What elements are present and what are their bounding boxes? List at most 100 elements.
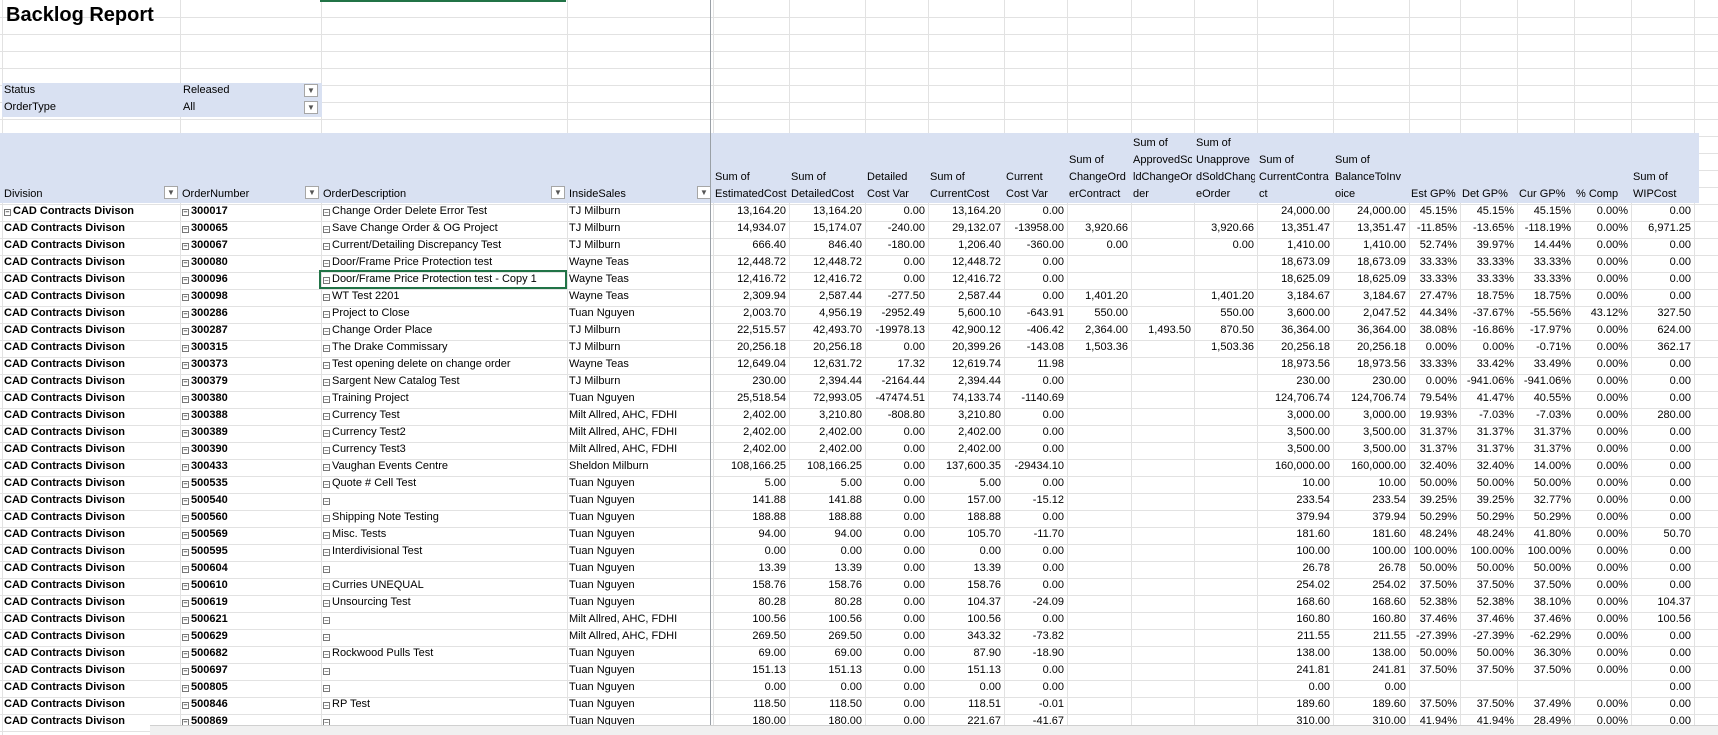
cell-unappr[interactable] <box>1196 662 1254 679</box>
cell-bal[interactable]: 233.54 <box>1335 492 1406 509</box>
cell-cur[interactable]: 20,399.26 <box>930 339 1001 356</box>
cell-unappr[interactable]: 0.00 <box>1196 237 1254 254</box>
cell-appr[interactable] <box>1133 611 1191 628</box>
cell-detgp[interactable]: 37.50% <box>1462 696 1514 713</box>
collapse-icon[interactable]: – <box>323 447 330 454</box>
cell-division[interactable]: CAD Contracts Divison <box>4 220 177 237</box>
cell-curvar[interactable]: 0.00 <box>1006 662 1064 679</box>
cell-chg[interactable] <box>1069 458 1128 475</box>
cell-est[interactable]: 2,402.00 <box>715 424 786 441</box>
cell-contract[interactable]: 138.00 <box>1259 645 1330 662</box>
cell-det[interactable]: 13,164.20 <box>791 203 862 220</box>
cell-det[interactable]: 42,493.70 <box>791 322 862 339</box>
cell-detgp[interactable]: -16.86% <box>1462 322 1514 339</box>
active-cell-selection[interactable] <box>319 270 567 289</box>
cell-sales[interactable]: Milt Allred, AHC, FDHI <box>569 611 710 628</box>
cell-estgp[interactable]: 32.40% <box>1411 458 1457 475</box>
cell-order[interactable]: –500682 <box>182 645 318 662</box>
cell-desc[interactable]: – Currency Test <box>323 407 564 424</box>
cell-sales[interactable]: TJ Milburn <box>569 203 710 220</box>
cell-contract[interactable]: 0.00 <box>1259 679 1330 696</box>
cell-est[interactable]: 20,256.18 <box>715 339 786 356</box>
cell-comp[interactable] <box>1576 679 1628 696</box>
cell-est[interactable]: 0.00 <box>715 543 786 560</box>
cell-bal[interactable]: 1,410.00 <box>1335 237 1406 254</box>
cell-detgp[interactable]: 37.50% <box>1462 662 1514 679</box>
cell-curgp[interactable]: 37.50% <box>1519 662 1571 679</box>
cell-contract[interactable]: 3,000.00 <box>1259 407 1330 424</box>
cell-curgp[interactable]: -941.06% <box>1519 373 1571 390</box>
cell-wip[interactable]: 0.00 <box>1633 237 1691 254</box>
cell-appr[interactable] <box>1133 645 1191 662</box>
column-header-desc[interactable]: OrderDescription <box>323 186 565 203</box>
cell-curgp[interactable]: 33.33% <box>1519 254 1571 271</box>
cell-curvar[interactable]: 0.00 <box>1006 475 1064 492</box>
cell-detvar[interactable]: 0.00 <box>867 679 925 696</box>
cell-unappr[interactable] <box>1196 475 1254 492</box>
collapse-icon[interactable]: – <box>323 209 330 216</box>
cell-wip[interactable]: 0.00 <box>1633 560 1691 577</box>
cell-comp[interactable]: 0.00% <box>1576 458 1628 475</box>
collapse-icon[interactable]: – <box>323 481 330 488</box>
cell-unappr[interactable] <box>1196 407 1254 424</box>
cell-chg[interactable] <box>1069 526 1128 543</box>
cell-unappr[interactable] <box>1196 645 1254 662</box>
cell-sales[interactable]: Milt Allred, AHC, FDHI <box>569 407 710 424</box>
cell-bal[interactable]: 160.80 <box>1335 611 1406 628</box>
cell-order[interactable]: –500560 <box>182 509 318 526</box>
cell-sales[interactable]: Tuan Nguyen <box>569 577 710 594</box>
cell-chg[interactable] <box>1069 645 1128 662</box>
cell-curvar[interactable]: 0.00 <box>1006 679 1064 696</box>
cell-bal[interactable]: 138.00 <box>1335 645 1406 662</box>
cell-det[interactable]: 269.50 <box>791 628 862 645</box>
cell-curgp[interactable]: 50.00% <box>1519 475 1571 492</box>
cell-order[interactable]: –300315 <box>182 339 318 356</box>
cell-division[interactable]: CAD Contracts Divison <box>4 441 177 458</box>
cell-cur[interactable]: 5,600.10 <box>930 305 1001 322</box>
filter-ordertype-value[interactable]: All <box>183 101 195 113</box>
cell-unappr[interactable] <box>1196 424 1254 441</box>
cell-detvar[interactable]: 0.00 <box>867 577 925 594</box>
cell-wip[interactable]: 0.00 <box>1633 645 1691 662</box>
cell-wip[interactable]: 0.00 <box>1633 203 1691 220</box>
collapse-icon[interactable]: – <box>182 396 189 403</box>
cell-contract[interactable]: 211.55 <box>1259 628 1330 645</box>
cell-appr[interactable] <box>1133 560 1191 577</box>
cell-unappr[interactable] <box>1196 696 1254 713</box>
cell-est[interactable]: 69.00 <box>715 645 786 662</box>
cell-comp[interactable]: 0.00% <box>1576 492 1628 509</box>
cell-contract[interactable]: 168.60 <box>1259 594 1330 611</box>
cell-desc[interactable]: – <box>323 679 564 696</box>
cell-detgp[interactable]: 37.50% <box>1462 577 1514 594</box>
cell-detvar[interactable]: -277.50 <box>867 288 925 305</box>
cell-wip[interactable]: 6,971.25 <box>1633 220 1691 237</box>
cell-detgp[interactable] <box>1462 679 1514 696</box>
cell-sales[interactable]: Tuan Nguyen <box>569 662 710 679</box>
cell-wip[interactable]: 0.00 <box>1633 662 1691 679</box>
cell-chg[interactable] <box>1069 492 1128 509</box>
cell-unappr[interactable] <box>1196 390 1254 407</box>
cell-est[interactable]: 141.88 <box>715 492 786 509</box>
cell-curvar[interactable]: 0.00 <box>1006 543 1064 560</box>
cell-curgp[interactable]: 41.80% <box>1519 526 1571 543</box>
cell-contract[interactable]: 379.94 <box>1259 509 1330 526</box>
cell-bal[interactable]: 168.60 <box>1335 594 1406 611</box>
cell-desc[interactable]: – Sargent New Catalog Test <box>323 373 564 390</box>
cell-est[interactable]: 14,934.07 <box>715 220 786 237</box>
cell-chg[interactable]: 0.00 <box>1069 237 1128 254</box>
cell-det[interactable]: 72,993.05 <box>791 390 862 407</box>
cell-sales[interactable]: Tuan Nguyen <box>569 305 710 322</box>
cell-desc[interactable]: – RP Test <box>323 696 564 713</box>
cell-unappr[interactable] <box>1196 492 1254 509</box>
cell-appr[interactable] <box>1133 526 1191 543</box>
cell-detvar[interactable]: 0.00 <box>867 645 925 662</box>
cell-sales[interactable]: Wayne Teas <box>569 271 710 288</box>
cell-sales[interactable]: TJ Milburn <box>569 373 710 390</box>
cell-estgp[interactable]: 37.50% <box>1411 662 1457 679</box>
cell-comp[interactable]: 0.00% <box>1576 594 1628 611</box>
cell-appr[interactable] <box>1133 407 1191 424</box>
cell-est[interactable]: 25,518.54 <box>715 390 786 407</box>
cell-sales[interactable]: Tuan Nguyen <box>569 696 710 713</box>
cell-desc[interactable]: – <box>323 662 564 679</box>
cell-bal[interactable]: 3,500.00 <box>1335 441 1406 458</box>
